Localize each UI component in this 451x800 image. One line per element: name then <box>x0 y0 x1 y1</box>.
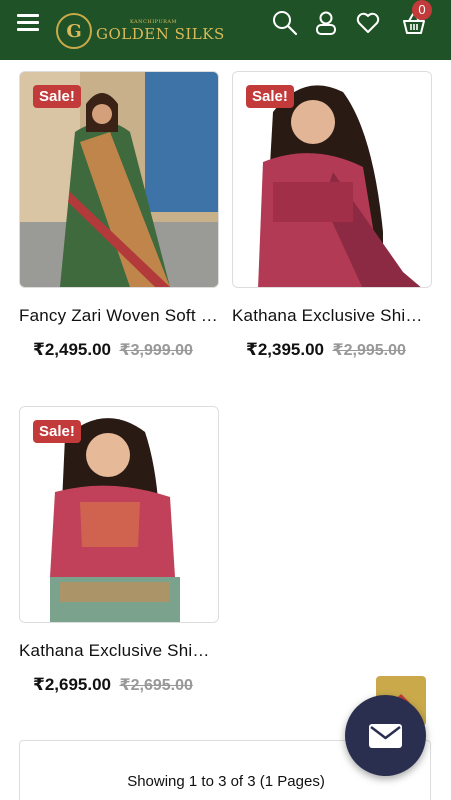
heart-icon[interactable] <box>355 10 381 36</box>
sale-badge: Sale! <box>33 420 81 443</box>
brand-name: GOLDEN SILKS <box>96 25 225 43</box>
sale-badge: Sale! <box>33 85 81 108</box>
product-card[interactable]: Sale! Fancy Zari Woven Soft Silk Saree ₹… <box>19 71 219 360</box>
logo-badge-icon: G <box>56 13 92 49</box>
cart-count-badge: 0 <box>412 0 432 20</box>
product-title[interactable]: Kathana Exclusive Shimmer Saree <box>19 641 219 661</box>
menu-icon[interactable] <box>17 14 39 32</box>
product-old-price: ₹2,695.00 <box>119 677 193 694</box>
product-price: ₹2,695.00 <box>33 675 112 694</box>
user-icon[interactable] <box>313 10 339 36</box>
product-card[interactable]: Sale! Kathana Exclusive Shimmer Saree ₹2… <box>19 406 219 695</box>
product-image[interactable]: Sale! <box>19 406 219 623</box>
sale-badge: Sale! <box>246 85 294 108</box>
pagination-summary: Showing 1 to 3 of 3 (1 Pages) <box>127 773 325 790</box>
product-old-price: ₹2,995.00 <box>332 342 406 359</box>
site-header: G KANCHIPURAM GOLDEN SILKS 0 <box>0 0 451 60</box>
product-price: ₹2,395.00 <box>246 340 325 359</box>
product-price: ₹2,495.00 <box>33 340 112 359</box>
search-icon[interactable] <box>272 10 298 36</box>
brand-logo[interactable]: G KANCHIPURAM GOLDEN SILKS <box>56 12 225 50</box>
product-image[interactable]: Sale! <box>232 71 432 288</box>
product-title[interactable]: Kathana Exclusive Shimmer Saree <box>232 306 432 326</box>
product-card[interactable]: Sale! Kathana Exclusive Shimmer Saree ₹2… <box>232 71 432 360</box>
product-old-price: ₹3,999.00 <box>119 342 193 359</box>
product-title[interactable]: Fancy Zari Woven Soft Silk Saree <box>19 306 219 326</box>
product-image[interactable]: Sale! <box>19 71 219 288</box>
chat-button[interactable] <box>345 695 426 776</box>
envelope-icon <box>369 724 402 748</box>
